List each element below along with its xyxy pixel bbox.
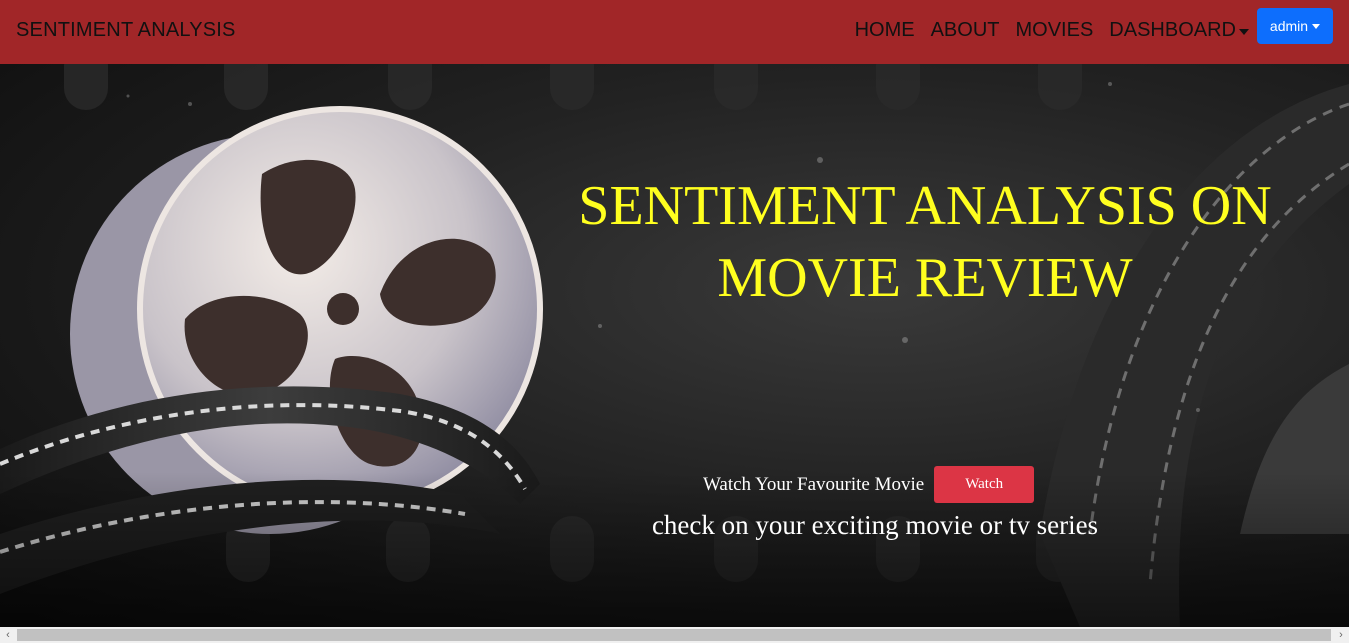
hero-headline: SENTIMENT ANALYSIS ON MOVIE REVIEW — [520, 170, 1330, 314]
scrollbar-thumb[interactable] — [17, 629, 1331, 641]
hero-headline-line1: SENTIMENT ANALYSIS ON — [578, 175, 1272, 237]
scroll-left-icon[interactable]: ‹ — [0, 627, 16, 643]
nav-movies[interactable]: MOVIES — [1016, 19, 1094, 42]
user-menu-button[interactable]: admin — [1257, 8, 1333, 44]
film-reel-illustration — [0, 64, 1349, 627]
user-menu-label: admin — [1269, 18, 1309, 34]
nav-dashboard-label: DASHBOARD — [1109, 19, 1236, 41]
nav-home-label: HOME — [854, 19, 915, 41]
chevron-down-icon — [1312, 23, 1321, 29]
brand-logo[interactable]: SENTIMENT ANALYSIS — [16, 19, 236, 42]
hero-subline: check on your exciting movie or tv serie… — [651, 510, 1099, 540]
nav-links: HOME ABOUT MOVIES DASHBOARD — [839, 19, 1249, 42]
hero-headline-line2: MOVIE REVIEW — [717, 247, 1133, 309]
nav-about-label: ABOUT — [930, 19, 1000, 41]
nav-about[interactable]: ABOUT — [931, 19, 1000, 42]
chevron-down-icon — [1239, 28, 1249, 35]
watch-row: Watch Your Favourite Movie Watch — [703, 466, 1035, 503]
scroll-right-icon[interactable]: › — [1333, 627, 1349, 643]
horizontal-scrollbar[interactable]: ‹ › — [0, 627, 1349, 643]
hero-banner: SENTIMENT ANALYSIS ON MOVIE REVIEW Watch… — [0, 64, 1349, 627]
nav-dashboard-dropdown[interactable]: DASHBOARD — [1109, 19, 1249, 42]
watch-caption: Watch Your Favourite Movie — [703, 473, 925, 495]
top-navbar: SENTIMENT ANALYSIS HOME ABOUT MOVIES DAS… — [0, 0, 1349, 64]
nav-home[interactable]: HOME — [855, 19, 915, 42]
watch-button[interactable]: Watch — [934, 466, 1035, 503]
nav-movies-label: MOVIES — [1015, 19, 1094, 41]
